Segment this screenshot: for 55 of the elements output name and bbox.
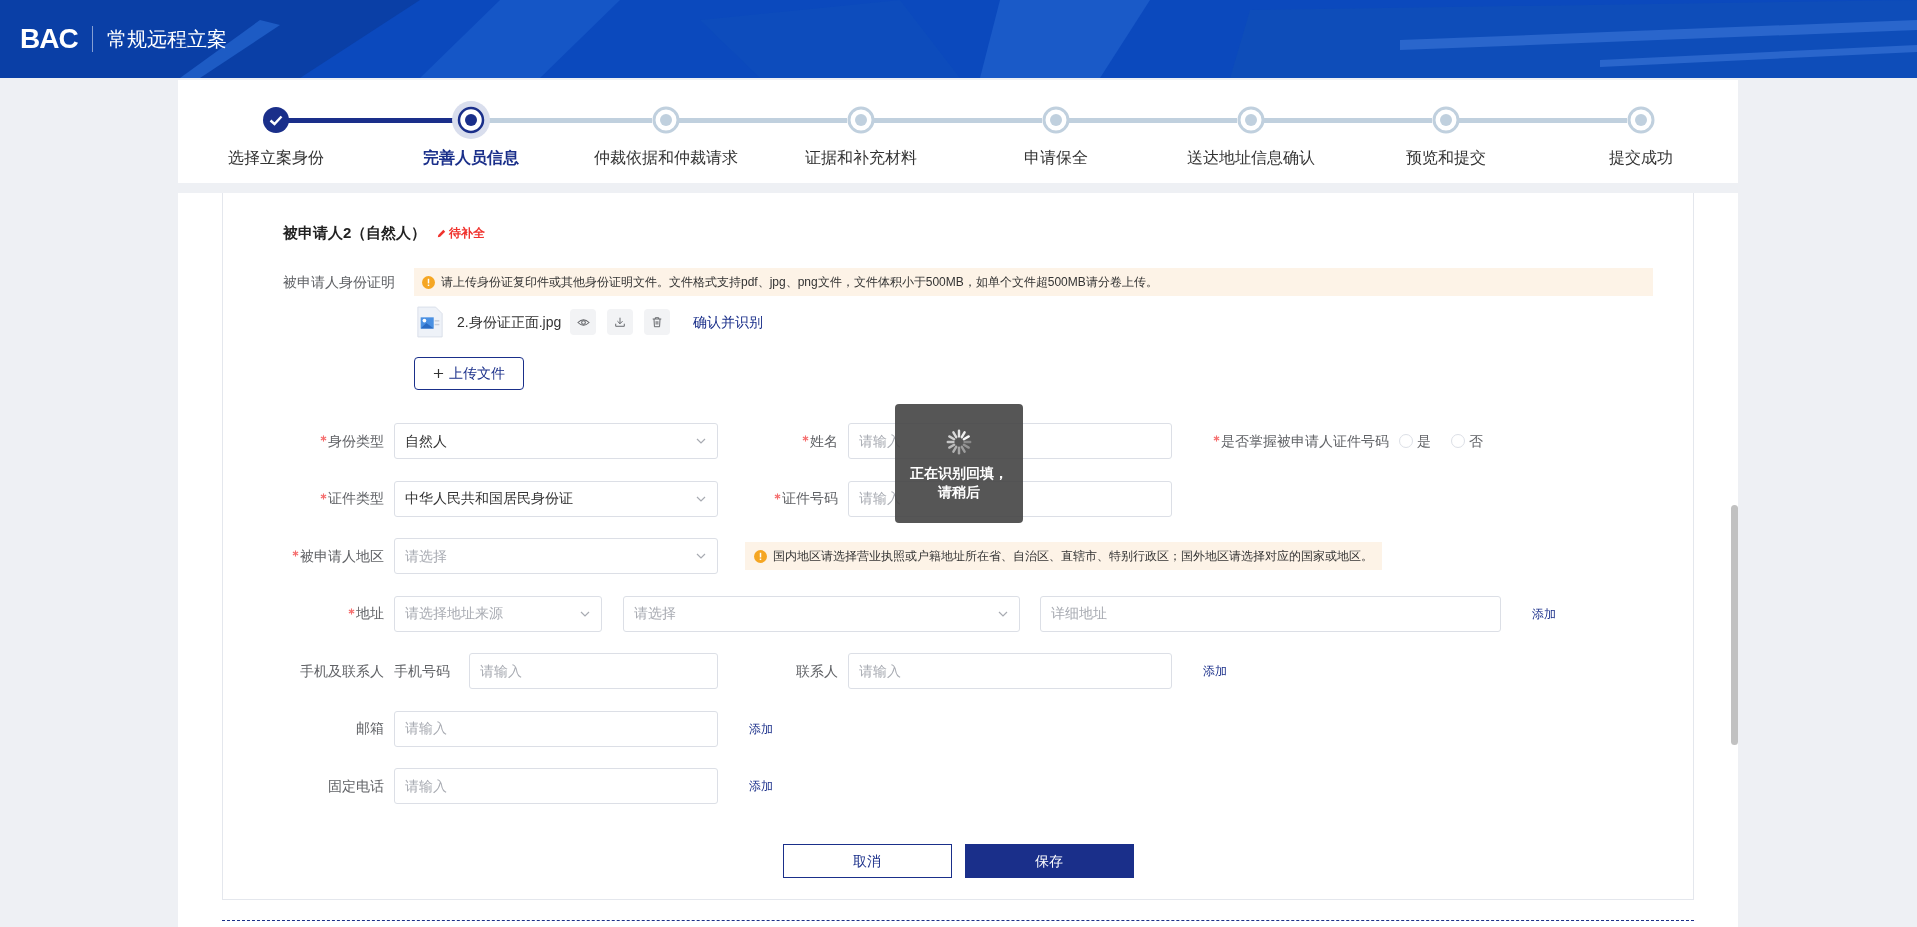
field-label: 身份类型	[328, 431, 384, 451]
step-label[interactable]: 证据和补充材料	[804, 146, 917, 170]
save-button[interactable]: 保存	[964, 844, 1134, 878]
step-label[interactable]: 申请保全	[1023, 146, 1088, 170]
field-label: 是否掌握被申请人证件号码	[1221, 431, 1389, 451]
field-label: 证件类型	[328, 489, 384, 508]
radio-icon[interactable]	[1399, 434, 1413, 448]
pencil-icon	[436, 227, 448, 239]
add-link[interactable]: 添加	[749, 777, 773, 795]
field-label: 地址	[356, 604, 384, 623]
warning-icon	[422, 275, 435, 289]
cancel-button[interactable]: 取消	[782, 844, 952, 878]
field-label: 邮箱	[356, 719, 384, 738]
select-field[interactable]: 自然人	[394, 423, 718, 459]
upload-button[interactable]: 上传文件	[414, 357, 524, 390]
field-label: 姓名	[810, 431, 838, 451]
tip-text: 国内地区请选择营业执照或户籍地址所在省、自治区、直辖市、特别行政区；国外地区请选择对应的国家或地区。	[773, 548, 1373, 565]
download-icon	[614, 316, 627, 328]
loading-text: 正在识别回填，请稍后	[909, 464, 1009, 502]
trash-icon	[651, 316, 664, 328]
field-label: 手机及联系人	[300, 661, 384, 681]
download-button[interactable]	[607, 309, 634, 335]
radio-option[interactable]: 是	[1399, 430, 1431, 452]
file-name: 2.身份证正面.jpg	[457, 312, 562, 332]
step-label[interactable]: 送达地址信息确认	[1186, 146, 1315, 170]
field-label: 被申请人身份证明	[283, 273, 396, 292]
radio-icon[interactable]	[1451, 434, 1465, 448]
field-sublabel: 手机号码	[394, 661, 451, 681]
add-link[interactable]: 添加	[1203, 662, 1227, 680]
section-title: 被申请人2（自然人）	[283, 222, 427, 243]
recognize-link[interactable]: 确认并识别	[693, 311, 764, 333]
spinner-icon	[945, 428, 973, 456]
field-label: 固定电话	[328, 776, 384, 796]
app-title: 常规远程立案	[106, 27, 227, 52]
tip-text: 请上传身份证复印件或其他身份证明文件。文件格式支持pdf、jpg、png文件，文件体积小于500MB，如单个文件超500MB请分卷上传。	[441, 274, 1158, 291]
logo: BAC	[20, 22, 78, 56]
field-label: 联系人	[796, 661, 838, 681]
add-link[interactable]: 添加	[1532, 604, 1556, 623]
pending-status-text: 待补全	[436, 224, 486, 242]
preview-button[interactable]	[570, 309, 597, 335]
scrollbar-thumb[interactable]	[1731, 505, 1738, 745]
select-field[interactable]: 中华人民共和国居民身份证	[394, 480, 718, 517]
image-file-icon	[416, 306, 444, 338]
add-link[interactable]: 添加	[749, 719, 773, 738]
warning-icon	[754, 549, 767, 563]
radio-option[interactable]: 否	[1451, 430, 1483, 452]
step-label[interactable]: 仲裁依据和仲裁请求	[593, 146, 738, 170]
field-label: 证件号码	[782, 489, 838, 508]
delete-button[interactable]	[644, 309, 671, 335]
step-label[interactable]: 预览和提交	[1405, 146, 1486, 170]
field-label: 被申请人地区	[300, 546, 384, 566]
step-label[interactable]: 选择立案身份	[227, 146, 324, 170]
step-label[interactable]: 完善人员信息	[422, 146, 519, 170]
step-label[interactable]: 提交成功	[1608, 146, 1673, 170]
plus-icon	[433, 368, 444, 379]
